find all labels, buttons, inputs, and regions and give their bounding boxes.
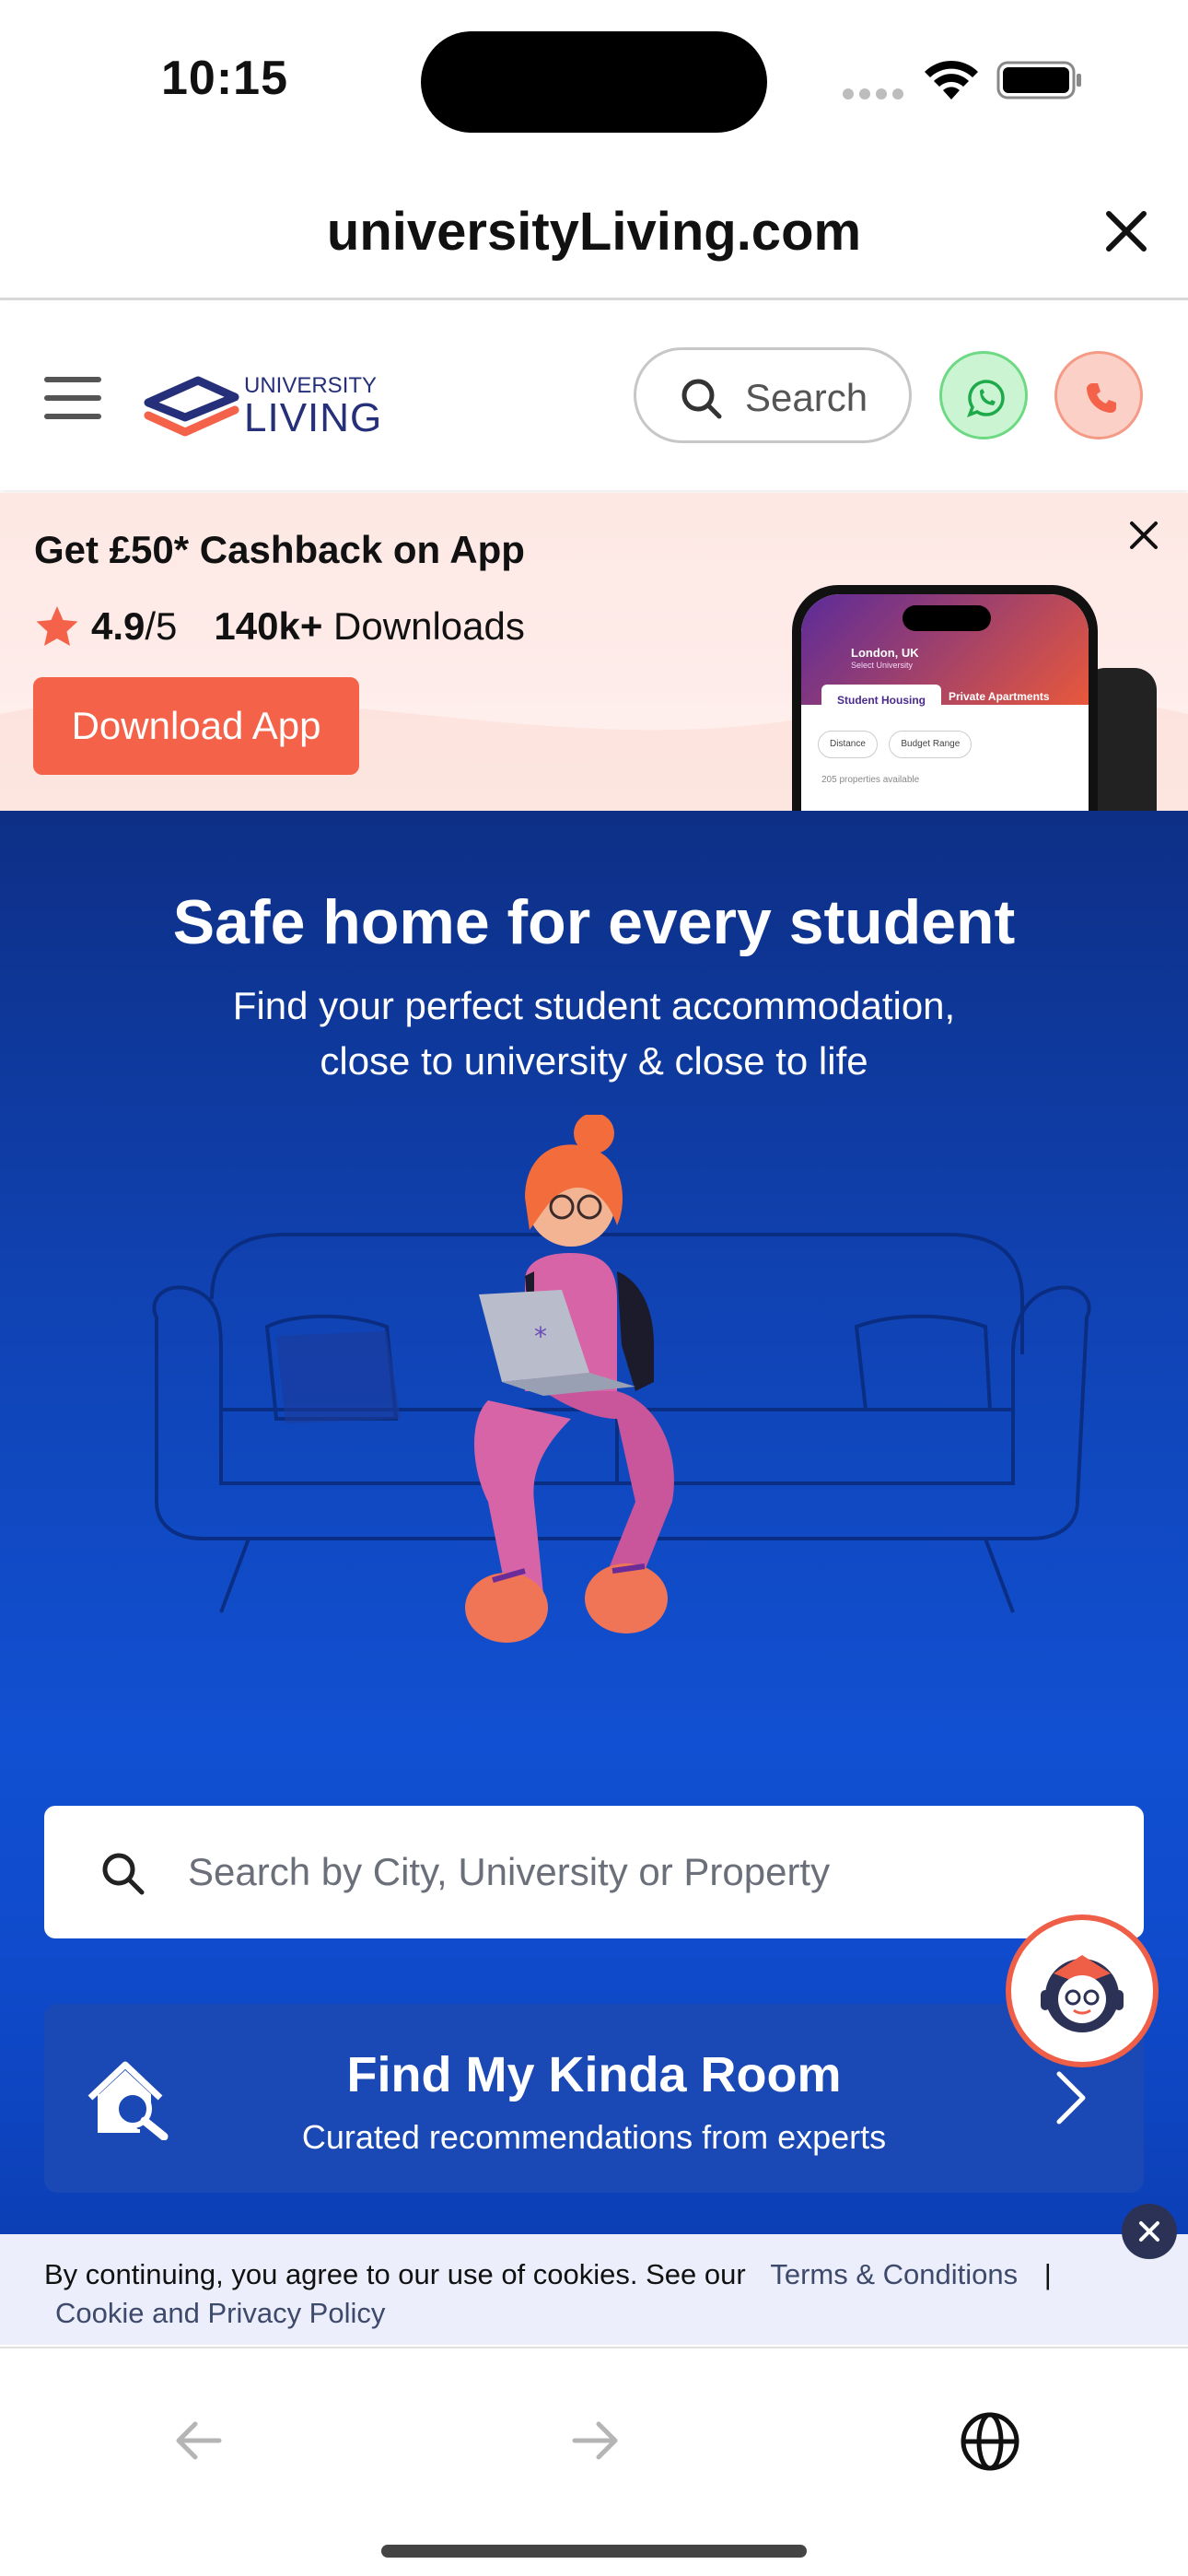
star-icon xyxy=(36,606,78,646)
call-button[interactable] xyxy=(1054,351,1143,439)
promo-close-icon[interactable] xyxy=(1127,519,1160,552)
cellular-signal-icon xyxy=(843,88,909,104)
university-living-logo[interactable]: UNIVERSITY LIVING xyxy=(143,360,391,443)
mock-location-sub: Select University xyxy=(851,661,914,670)
promo-title: Get £50* Cashback on App xyxy=(34,528,525,571)
close-icon xyxy=(1139,2221,1159,2242)
cookie-message: By continuing, you agree to our use of c… xyxy=(44,2258,746,2290)
header-search-button[interactable]: Search xyxy=(634,347,912,443)
student-on-sofa-illustration: * xyxy=(152,1115,1091,1643)
mock-location: London, UK xyxy=(851,646,919,660)
mock-properties-count: 205 properties available xyxy=(821,775,920,785)
whatsapp-icon xyxy=(967,380,1005,417)
svg-text:*: * xyxy=(534,1321,547,1352)
close-icon[interactable] xyxy=(1101,206,1151,256)
cookie-text-line: By continuing, you agree to our use of c… xyxy=(44,2253,1052,2297)
rating-suffix: /5 xyxy=(145,604,178,648)
phone-icon xyxy=(1087,383,1116,413)
hero-subtitle: Find your perfect student accommodation,… xyxy=(0,978,1188,1089)
search-icon xyxy=(102,1853,145,1895)
site-header: UNIVERSITY LIVING Search xyxy=(0,303,1188,490)
logo-text-living: LIVING xyxy=(244,395,383,440)
battery-icon xyxy=(996,61,1081,100)
menu-icon[interactable] xyxy=(44,377,101,419)
downloads-label: Downloads xyxy=(322,604,525,648)
hero-subtitle-line-2: close to university & close to life xyxy=(320,1039,868,1083)
home-indicator[interactable] xyxy=(381,2545,807,2558)
globe-icon[interactable] xyxy=(958,2409,1022,2474)
find-my-kinda-room-card[interactable]: Find My Kinda Room Curated recommendatio… xyxy=(44,2004,1144,2193)
cookie-consent-bar: By continuing, you agree to our use of c… xyxy=(0,2234,1188,2345)
rating-value: 4.9 xyxy=(91,604,146,648)
browser-bottom-toolbar xyxy=(0,2347,1188,2576)
chat-assistant-button[interactable] xyxy=(1006,1914,1159,2067)
mock-tab-student-housing: Student Housing xyxy=(821,685,941,716)
phone-mockup: London, UK Select University Student Hou… xyxy=(792,585,1098,811)
hero-search-placeholder: Search by City, University or Property xyxy=(188,1850,831,1893)
status-bar: 10:15 xyxy=(0,0,1188,166)
app-promo-banner: Get £50* Cashback on App 4.9 /5 140k+ Do… xyxy=(0,493,1188,811)
status-time: 10:15 xyxy=(161,52,288,105)
mock-filter-distance: Distance xyxy=(818,731,878,758)
downloads-count: 140k+ xyxy=(214,604,323,648)
dynamic-island xyxy=(421,31,767,133)
terms-conditions-link[interactable]: Terms & Conditions xyxy=(770,2258,1018,2290)
forward-arrow-icon[interactable] xyxy=(567,2413,623,2468)
mock-tab-private-apartments: Private Apartments xyxy=(949,690,1050,703)
search-icon xyxy=(681,379,722,419)
cookie-privacy-policy-link[interactable]: Cookie and Privacy Policy xyxy=(55,2297,385,2330)
download-app-button[interactable]: Download App xyxy=(33,677,359,775)
header-search-label: Search xyxy=(745,376,868,419)
kinda-room-title: Find My Kinda Room xyxy=(346,2047,842,2102)
browser-url-bar: universityLiving.com xyxy=(0,166,1188,300)
back-arrow-icon[interactable] xyxy=(171,2413,227,2468)
hero-title: Safe home for every student xyxy=(172,887,1016,957)
mock-filter-budget: Budget Range xyxy=(889,731,973,758)
hero-subtitle-line-1: Find your perfect student accommodation, xyxy=(232,984,956,1027)
promo-rating: 4.9 /5 140k+ Downloads xyxy=(34,603,525,650)
hero-section: Safe home for every student Find your pe… xyxy=(0,811,1188,2234)
cookie-separator: | xyxy=(1043,2258,1052,2290)
whatsapp-button[interactable] xyxy=(939,351,1028,439)
logo-mark-icon xyxy=(144,376,239,437)
page-url: universityLiving.com xyxy=(326,202,862,262)
chatbot-avatar-icon xyxy=(1041,1955,1124,2032)
chevron-right-icon xyxy=(1056,2071,1086,2125)
cookie-close-button[interactable] xyxy=(1122,2204,1177,2259)
wifi-icon xyxy=(925,60,978,100)
kinda-room-subtitle: Curated recommendations from experts xyxy=(301,2118,887,2156)
hero-search-input[interactable]: Search by City, University or Property xyxy=(44,1806,1144,1938)
